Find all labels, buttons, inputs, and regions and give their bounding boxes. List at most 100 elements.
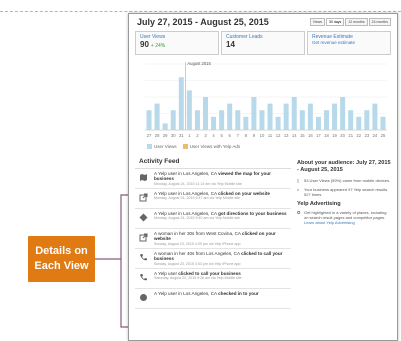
feed-item-actor: A Yelp user [154,271,177,276]
x-tick-label: 29 [163,133,168,138]
stats-row: User Views 90 + 24% Customer Leads 14 Rev… [135,31,391,55]
x-tick-label: 24 [373,133,378,138]
feed-item[interactable]: A Yelp user in Los Angeles, CA clicked o… [135,189,291,209]
bar-user-views [154,103,160,130]
feed-item[interactable]: A woman in her 40s from Los Angeles, CA … [135,249,291,269]
audience-search-text: Your business appeared 97 Yelp search re… [304,187,388,197]
feed-item-text: A Yelp user in Los Angeles, CA viewed th… [154,171,289,187]
feed-item-action: got directions to your business [218,211,287,216]
views-bar-chart: 27 28 29 30 31 1 2 3 4 5 6 7 8 9 10 11 12 13 14 15 16 17 18 19 2… [145,61,387,138]
feed-item-text: A Yelp user in Los Angeles, CA checked i… [154,291,259,296]
range-button-30-days[interactable]: 30 days [326,18,345,26]
bar-user-views [291,97,297,130]
feed-item[interactable]: A Yelp user in Los Angeles, CA viewed th… [135,169,291,189]
x-tick-label: 23 [364,133,369,138]
yelp-ads-text: Get highlighted in a variety of places, … [304,210,387,220]
revenue-estimate-link[interactable]: Get revenue estimate [312,40,386,45]
x-tick-label: 28 [155,133,160,138]
range-button-views[interactable]: Views [309,18,326,26]
feed-item[interactable]: A Yelp user in Los Angeles, CA got direc… [135,209,291,229]
x-tick-label: 7 [237,133,240,138]
range-selector: Views 30 days 12 months 24 months [309,18,391,26]
audience-mobile-text: 53 User Views (59%) came from mobile dev… [304,178,391,183]
bar-user-views [267,103,273,130]
feed-item-actor: A woman in her 30s from West Covina, CA [154,231,241,236]
phone-icon [139,273,148,282]
learn-more-link[interactable]: Learn about Yelp Advertising [304,220,355,225]
stat-user-views-change: + 24% [150,43,166,49]
legend-swatch-ads [182,144,188,149]
bar-user-views [178,77,184,130]
x-tick-label: 10 [260,133,265,138]
x-tick-label: 1 [188,133,191,138]
x-tick-label: 16 [308,133,313,138]
mobile-icon: ▯ [297,178,300,183]
feed-item-text: A woman in her 40s from Los Angeles, CA … [154,251,289,267]
x-tick-label: 21 [348,133,353,138]
stat-user-views-value: 90 [140,40,149,49]
phone-icon [139,253,148,262]
x-tick-label: 22 [356,133,361,138]
x-tick-label: 18 [324,133,329,138]
bar-user-views [219,110,225,130]
stat-revenue[interactable]: Revenue Estimate Get revenue estimate [307,31,391,55]
feed-item[interactable]: A woman in her 30s from West Covina, CA … [135,229,291,249]
x-tick-label: 15 [300,133,305,138]
chart-legend: User Views User Views with Yelp Ads [147,144,246,149]
legend-label-ads: User Views with Yelp Ads [189,144,241,149]
legend-label-views: User Views [154,144,177,149]
x-tick-label: 11 [268,133,273,138]
feed-item-meta: Monday, August 24, 2015 11:14 am via Yel… [154,181,242,186]
x-tick-label: 5 [220,133,223,138]
bar-user-views [364,110,370,130]
feed-item-meta: Monday, August 24, 2015 9:47 am via Yelp… [154,196,241,201]
x-tick-label: 13 [284,133,289,138]
bar-user-views [356,116,362,130]
bar-user-views [348,110,354,130]
feed-item[interactable]: A Yelp user clicked to call your busines… [135,269,291,289]
bar-user-views [340,97,346,130]
feed-item-actor: A Yelp user in Los Angeles, CA [154,211,217,216]
legend-swatch-views [147,144,152,149]
feed-item-meta: Monday, August 24, 2015 9:40 am via Yelp… [154,216,241,221]
yelp-ads-title: Yelp Advertising [297,201,341,207]
bar-user-views [194,110,200,130]
callout-line2: Each View [34,260,89,272]
feed-item-meta: Saturday, August 22, 2015 9:26 am via Ye… [154,276,242,281]
x-tick-label: 19 [332,133,337,138]
bar-user-views [146,110,152,130]
feed-item-actor: A woman in her 40s from Los Angeles, CA [154,251,240,256]
x-tick-label: 14 [292,133,297,138]
feed-item-text: A Yelp user in Los Angeles, CA clicked o… [154,191,270,202]
x-tick-label: 4 [212,133,215,138]
map-icon [139,173,148,182]
feed-item-text: A woman in her 30s from West Covina, CA … [154,231,289,247]
bar-user-views [332,103,338,130]
bar-user-views [307,103,313,130]
audience-sidebar: About your audience: July 27, 2015 - Aug… [297,160,391,229]
bar-user-views [162,123,168,130]
feed-item-action: checked in to your [218,291,259,296]
range-button-12-months[interactable]: 12 months [345,18,368,26]
bar-user-views [259,110,265,130]
x-tick-label: 17 [316,133,321,138]
directions-icon [139,213,148,222]
external-link-icon [139,233,148,242]
chart-annotation: August 2015 [187,61,211,66]
stat-customer-leads[interactable]: Customer Leads 14 [221,31,305,55]
feed-item-actor: A Yelp user in Los Angeles, CA [154,171,217,176]
x-tick-label: 8 [245,133,248,138]
bar-user-views [275,116,281,130]
bar-user-views [202,97,209,130]
yelp-insights-panel: July 27, 2015 - August 25, 2015 Views 30… [128,13,398,341]
range-button-24-months[interactable]: 24 months [368,18,391,26]
feed-item[interactable]: A Yelp user in Los Angeles, CA checked i… [135,289,291,309]
x-tick-label: 12 [276,133,281,138]
feed-item-action: clicked to call your business [178,271,241,276]
x-tick-label: 27 [147,133,152,138]
stat-user-views[interactable]: User Views 90 + 24% [135,31,219,55]
page-title: July 27, 2015 - August 25, 2015 [137,17,269,27]
details-callout: Details on Each View [28,236,95,282]
external-link-icon [139,193,148,202]
top-rule [0,0,401,12]
